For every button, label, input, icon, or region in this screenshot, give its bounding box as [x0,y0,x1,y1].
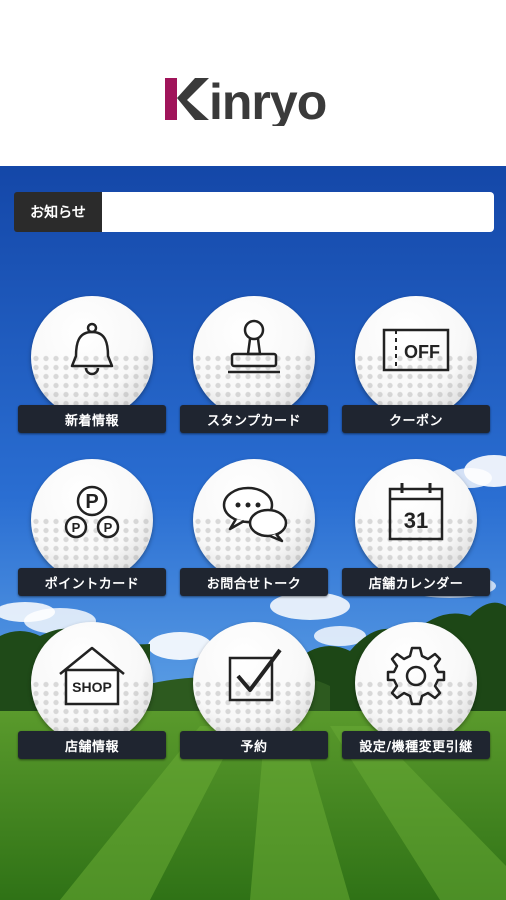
menu-stamp-card[interactable]: スタンプカード [180,296,328,436]
menu-point-card[interactable]: P P P ポイントカード [18,459,166,599]
menu-store-info[interactable]: SHOP 店舗情報 [18,622,166,762]
golf-ball [193,296,315,418]
golf-ball [193,622,315,744]
menu-settings[interactable]: 設定/機種変更引継 [342,622,490,762]
menu-label: スタンプカード [180,405,328,433]
svg-text:P: P [72,520,81,535]
svg-text:31: 31 [404,508,428,533]
menu-store-calendar[interactable]: 31 店舗カレンダー [342,459,490,599]
calendar-icon: 31 [388,483,444,541]
menu-label: ポイントカード [18,568,166,596]
menu-label: お問合せトーク [180,568,328,596]
app-header: inryo [0,0,506,166]
notice-label: お知らせ [14,192,102,232]
checkbox-icon [228,648,282,702]
menu-news[interactable]: 新着情報 [18,296,166,436]
menu-label: クーポン [342,405,490,433]
menu-label: 店舗カレンダー [342,568,490,596]
golf-ball: 31 [355,459,477,581]
golf-ball [193,459,315,581]
shop-icon: SHOP [59,646,125,706]
golf-ball: SHOP [31,622,153,744]
menu-label: 設定/機種変更引継 [342,731,490,759]
gear-icon [386,646,446,706]
golf-ball: P P P [31,459,153,581]
golf-ball [31,296,153,418]
svg-text:P: P [85,491,98,513]
coupon-icon: OFF [382,328,450,372]
points-icon: P P P [64,485,120,539]
stamp-icon [228,319,280,374]
chat-icon [222,486,288,543]
menu-label: 店舗情報 [18,731,166,759]
menu-reservation[interactable]: 予約 [180,622,328,762]
menu-coupon[interactable]: OFF クーポン [342,296,490,436]
bell-icon [70,322,114,376]
svg-text:OFF: OFF [404,342,440,362]
golf-ball: OFF [355,296,477,418]
menu-label: 予約 [180,731,328,759]
svg-text:P: P [104,520,113,535]
notice-field[interactable] [102,192,494,232]
menu-label: 新着情報 [18,405,166,433]
golf-ball [355,622,477,744]
svg-text:SHOP: SHOP [72,679,112,695]
svg-text:inryo: inryo [209,74,326,126]
notice-bar[interactable]: お知らせ [14,192,494,232]
kinryo-logo: inryo [165,74,327,126]
menu-inquiry-talk[interactable]: お問合せトーク [180,459,328,599]
